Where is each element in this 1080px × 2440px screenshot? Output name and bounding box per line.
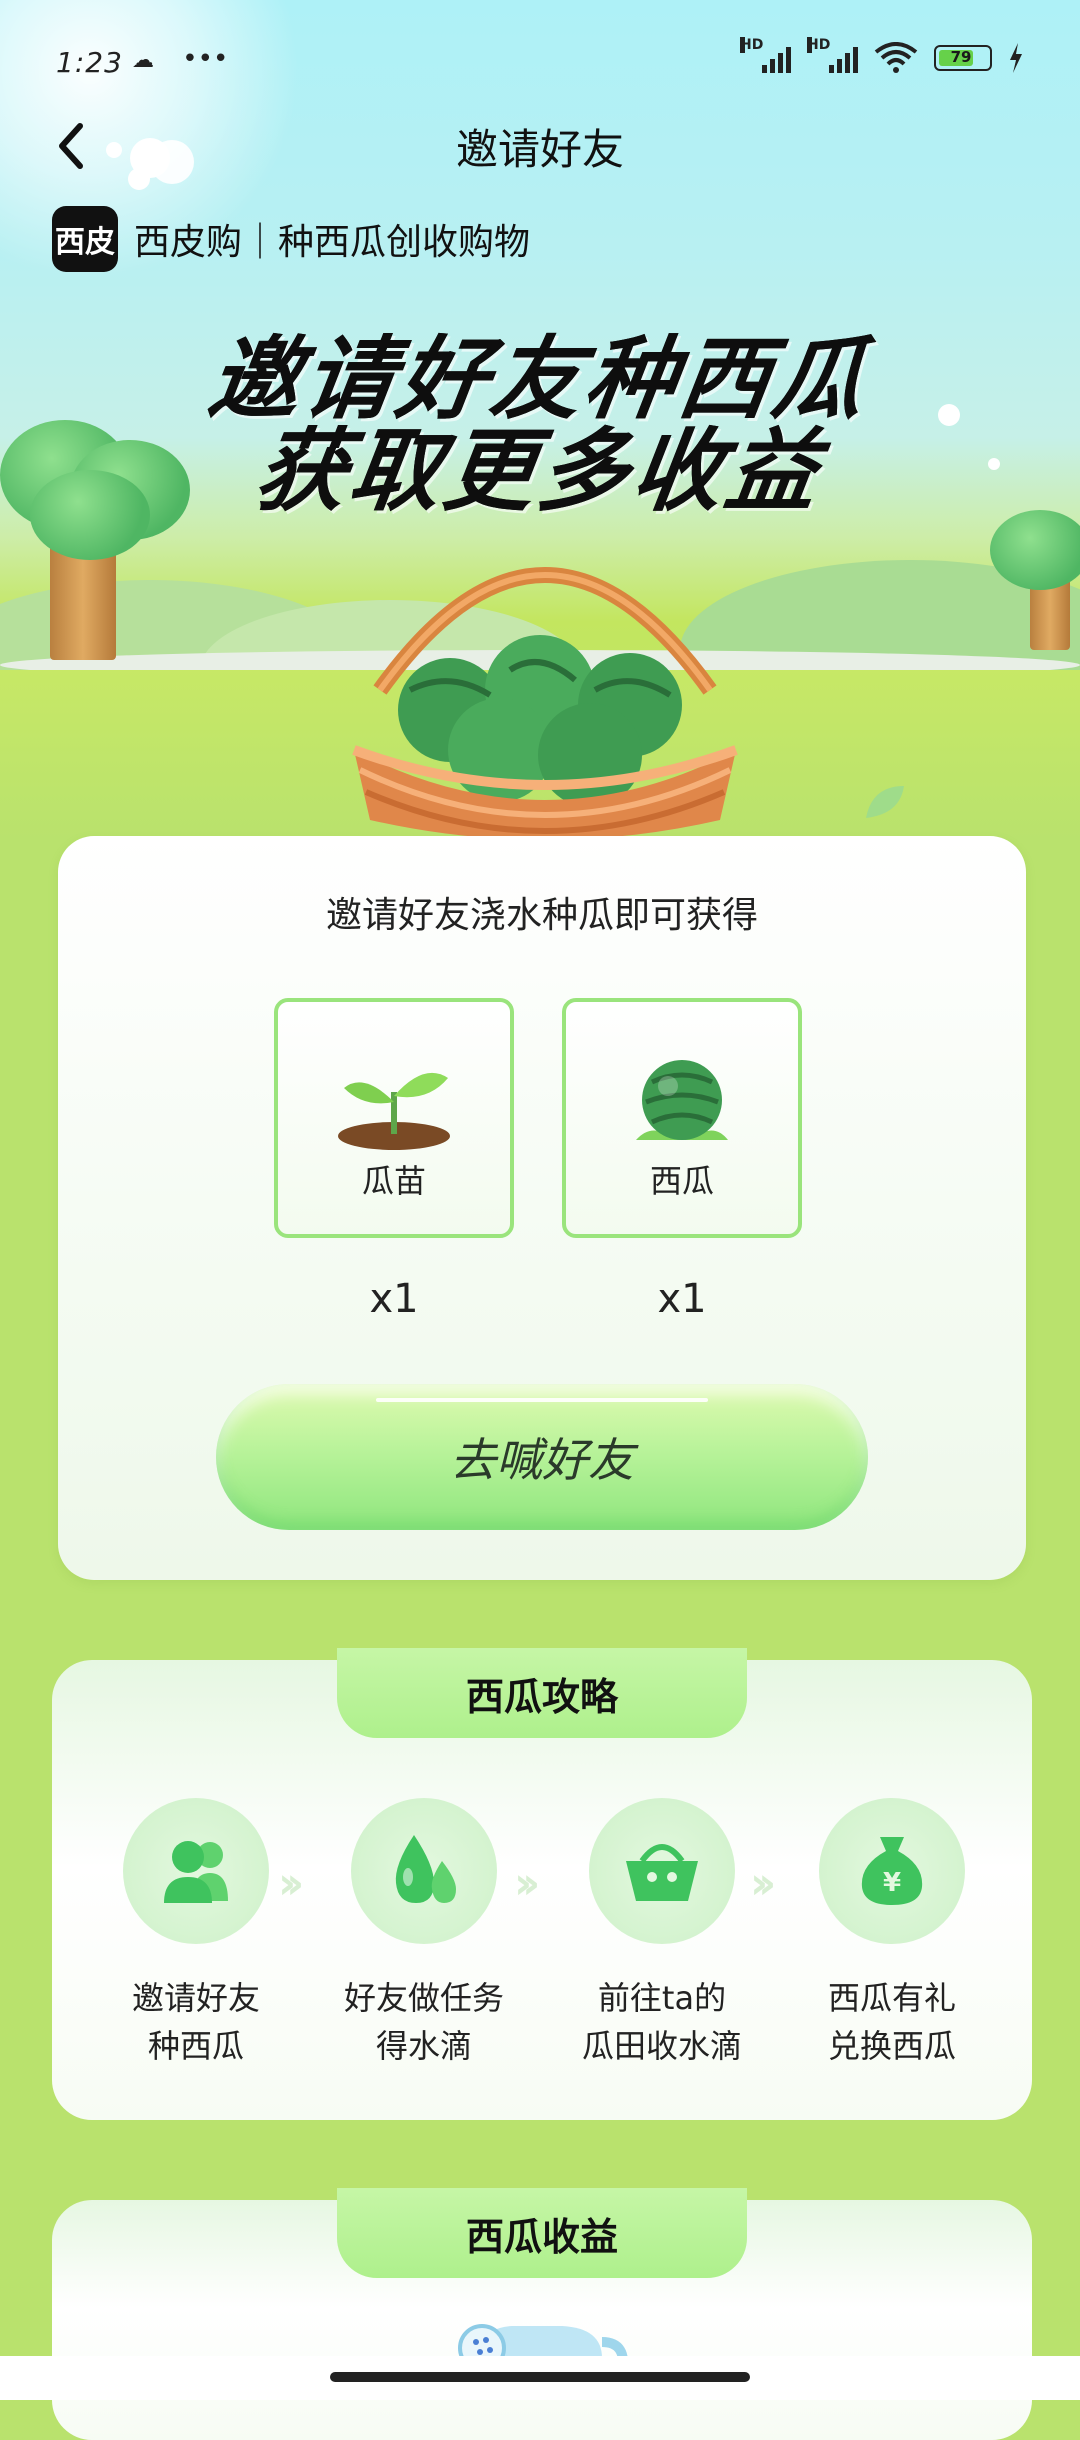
seedling-icon xyxy=(338,1072,450,1150)
reward-label: 西瓜 xyxy=(649,1162,714,1200)
page-title: 邀请好友 xyxy=(455,125,624,174)
signal-icon: HD xyxy=(807,37,858,73)
more-dots-icon: ••• xyxy=(182,44,229,74)
section-title: 西瓜攻略 xyxy=(337,1648,747,1738)
step-line-2: 兑换西瓜 xyxy=(827,2027,956,2065)
reward-seedling: 瓜苗 xyxy=(274,998,514,1238)
signal-hd-label: HD xyxy=(740,37,764,53)
battery-icon: 79 xyxy=(934,45,992,71)
step-line-2: 瓜田收水滴 xyxy=(581,2027,742,2065)
reward-watermelon: 西瓜 xyxy=(562,998,802,1238)
status-time: 1:23 xyxy=(56,46,123,79)
invite-card-title: 邀请好友浇水种瓜即可获得 xyxy=(325,895,758,936)
brand-text: 西皮购｜种西瓜创收购物 xyxy=(134,222,531,263)
step-line-2: 得水滴 xyxy=(375,2027,472,2065)
reward-qty: x1 xyxy=(369,1276,419,1322)
signal-hd-label: HD xyxy=(807,37,831,53)
step-line-2: 种西瓜 xyxy=(147,2027,244,2065)
invite-friends-button[interactable]: 去喊好友 xyxy=(216,1384,868,1530)
signal-icon: HD xyxy=(740,37,791,73)
guide-step-collect: 前往ta的 瓜田收水滴 xyxy=(562,1798,762,2070)
friends-icon xyxy=(164,1841,228,1903)
step-line-1: 前往ta的 xyxy=(597,1979,727,2017)
brand-logo: 西皮 xyxy=(52,206,118,272)
chevron-right-icon: ›› xyxy=(278,1858,304,1909)
battery-level: 79 xyxy=(950,48,972,66)
watermelon-icon xyxy=(636,1060,728,1140)
wifi-icon xyxy=(874,42,918,73)
status-notification-icons: ☁ ••• xyxy=(132,44,228,74)
reward-qty: x1 xyxy=(657,1276,707,1322)
chevron-right-icon: ›› xyxy=(514,1858,540,1909)
headline-line-2: 获取更多收益 xyxy=(249,419,829,524)
home-indicator[interactable] xyxy=(330,2372,750,2382)
invite-card: 邀请好友浇水种瓜即可获得 瓜苗 西瓜 x1 x1 去喊好友 xyxy=(58,836,1026,1580)
step-line-1: 邀请好友 xyxy=(131,1979,260,2017)
svg-text:¥: ¥ xyxy=(883,1868,901,1898)
charging-icon xyxy=(1010,43,1022,73)
watermelon-basket-icon xyxy=(352,567,738,840)
reward-label: 瓜苗 xyxy=(361,1162,426,1200)
cloud-icon: ☁ xyxy=(132,48,154,73)
step-line-1: 西瓜有礼 xyxy=(827,1979,956,2017)
guide-step-redeem: ¥ 西瓜有礼 兑换西瓜 xyxy=(792,1798,992,2070)
step-line-1: 好友做任务 xyxy=(343,1979,504,2017)
status-right: HD HD 79 xyxy=(740,37,1024,74)
earnings-section: 西瓜收益 xyxy=(52,2188,1032,2440)
chevron-right-icon: ›› xyxy=(750,1858,776,1909)
status-bar: 1:23 ☁ ••• HD HD 79 xyxy=(0,37,1080,88)
water-drops-icon xyxy=(395,1835,456,1903)
leaf-icon xyxy=(866,786,904,818)
brand-header: 西皮 西皮购｜种西瓜创收购物 xyxy=(52,206,530,272)
guide-step-task: 好友做任务 得水滴 xyxy=(324,1798,524,2070)
money-bag-icon: ¥ xyxy=(861,1837,923,1905)
guide-step-invite: 邀请好友 种西瓜 xyxy=(96,1798,296,2070)
basket-icon xyxy=(626,1844,698,1901)
guide-section: 西瓜攻略 邀请好友 种西瓜 ›› 好友做任务 得水滴 ›› 前往ta的 瓜田收水… xyxy=(52,1648,1032,2120)
section-title: 西瓜收益 xyxy=(337,2188,747,2278)
